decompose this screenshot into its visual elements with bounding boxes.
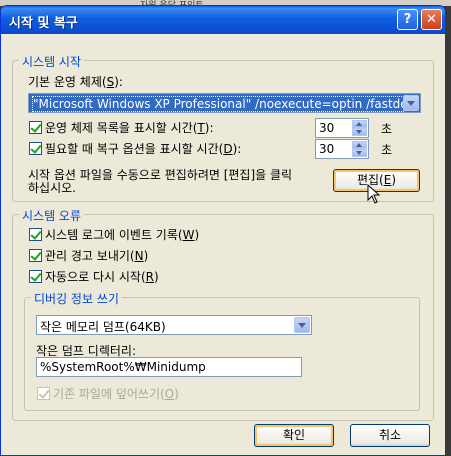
chevron-down-icon[interactable]: [403, 95, 419, 111]
system-startup-group: 시스템 시작 기본 운영 체제(S): "Microsoft Windows X…: [12, 53, 434, 202]
default-os-select[interactable]: "Microsoft Windows XP Professional" /noe…: [28, 93, 421, 113]
auto-restart-label: 자동으로 다시 시작(R): [45, 270, 159, 284]
close-button[interactable]: ✕: [421, 9, 442, 30]
os-list-seconds-value: 30: [319, 121, 335, 135]
write-event-checkbox[interactable]: [29, 228, 42, 241]
debug-info-legend: 디버깅 정보 쓰기: [31, 290, 122, 307]
os-list-seconds-spinner[interactable]: 30: [315, 118, 369, 138]
dump-type-value: 작은 메모리 덤프(64KB): [40, 320, 166, 334]
help-icon: ?: [403, 12, 412, 27]
chevron-down-icon[interactable]: [294, 317, 310, 333]
edit-hint-text: 시작 옵션 파일을 수동으로 편집하려면 [편집]을 클릭 하십시오.: [28, 168, 293, 195]
debug-info-group: 디버깅 정보 쓰기 작은 메모리 덤프(64KB) 작은 덤프 디렉터리: %S…: [24, 290, 420, 411]
help-button[interactable]: ?: [397, 9, 418, 30]
spin-down-icon[interactable]: [352, 128, 367, 136]
overwrite-checkbox: [37, 387, 50, 400]
system-failure-group: 시스템 오류 시스템 로그에 이벤트 기록(W) 관리 경고 보내기(N) 자동…: [12, 207, 434, 421]
system-failure-legend: 시스템 오류: [19, 207, 85, 224]
startup-recovery-dialog: 시작 및 복구 ? ✕ 시스템 시작 기본 운영 체제(S): "Microso…: [0, 5, 446, 456]
recovery-seconds-spinner[interactable]: 30: [315, 139, 369, 159]
os-list-checkbox[interactable]: [29, 121, 42, 134]
auto-restart-checkbox[interactable]: [29, 270, 42, 283]
ok-button[interactable]: 확인: [254, 424, 334, 447]
write-event-label: 시스템 로그에 이벤트 기록(W): [45, 228, 200, 242]
spin-up-icon[interactable]: [352, 120, 367, 128]
seconds-unit-label: 초: [381, 122, 393, 136]
system-startup-legend: 시스템 시작: [19, 53, 85, 70]
window-title: 시작 및 복구: [9, 16, 78, 31]
recovery-seconds-value: 30: [319, 142, 335, 156]
dump-dir-value: %SystemRoot%₩Minidump: [40, 360, 206, 374]
spin-up-icon[interactable]: [352, 141, 367, 149]
mouse-pointer-icon: [367, 184, 381, 204]
default-os-value: "Microsoft Windows XP Professional" /noe…: [32, 96, 404, 112]
send-alert-checkbox[interactable]: [29, 249, 42, 262]
overwrite-label: 기존 파일에 덮어쓰기(O): [53, 387, 179, 401]
title-bar[interactable]: 시작 및 복구 ? ✕: [1, 6, 445, 34]
seconds-unit-label: 초: [381, 143, 393, 157]
dump-type-select[interactable]: 작은 메모리 덤프(64KB): [36, 315, 312, 335]
recovery-label: 필요할 때 복구 옵션을 표시할 시간(D):: [45, 142, 242, 156]
cancel-button[interactable]: 취소: [350, 424, 430, 447]
send-alert-label: 관리 경고 보내기(N): [45, 249, 149, 263]
close-icon: ✕: [426, 12, 437, 27]
default-os-label: 기본 운영 체제(S):: [28, 75, 123, 89]
dump-dir-input[interactable]: %SystemRoot%₩Minidump: [36, 357, 302, 377]
recovery-checkbox[interactable]: [29, 142, 42, 155]
os-list-label: 운영 체제 목록을 표시할 시간(T):: [45, 121, 214, 135]
spin-down-icon[interactable]: [352, 149, 367, 157]
